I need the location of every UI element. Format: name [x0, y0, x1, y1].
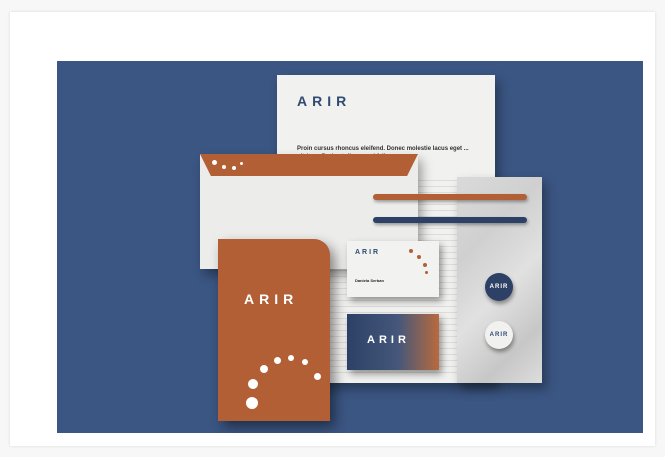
card-dot: [425, 271, 428, 274]
business-card-front: ARIR Daniela Serban: [347, 241, 439, 297]
business-card-logo: ARIR: [355, 249, 381, 256]
folder-dot: [302, 359, 308, 365]
copper-pen: [373, 194, 527, 200]
folder-dot: [288, 355, 294, 361]
envelope-dot: [240, 162, 243, 165]
business-card-name: Daniela Serban: [355, 278, 384, 283]
envelope-dot: [212, 160, 217, 165]
folder-logo: ARIR: [244, 291, 299, 307]
folder-dot: [246, 397, 258, 409]
presentation-folder: ARIR: [218, 239, 330, 421]
business-card-back-logo: ARIR: [367, 334, 410, 346]
folder-dot: [260, 365, 268, 373]
navy-pen: [373, 217, 527, 223]
envelope-dot: [222, 165, 226, 169]
folder-dot: [248, 379, 258, 389]
image-mat: ARIR Proin cursus rhoncus eleifend. Done…: [10, 12, 655, 446]
envelope-dot: [232, 166, 236, 170]
image-frame: ARIR Proin cursus rhoncus eleifend. Done…: [0, 0, 665, 457]
navy-pin-badge: ARIR: [485, 273, 513, 301]
card-dot: [423, 263, 427, 267]
card-dot: [409, 249, 413, 253]
envelope-flap: [200, 154, 418, 176]
white-pin-badge: ARIR: [485, 321, 513, 349]
folder-dot: [274, 357, 281, 364]
stationery-mockup-photo: ARIR Proin cursus rhoncus eleifend. Done…: [57, 61, 643, 433]
letterhead-logo: ARIR: [297, 93, 352, 109]
business-card-back: ARIR: [347, 314, 439, 370]
card-dot: [417, 255, 421, 259]
folder-dot: [314, 373, 321, 380]
